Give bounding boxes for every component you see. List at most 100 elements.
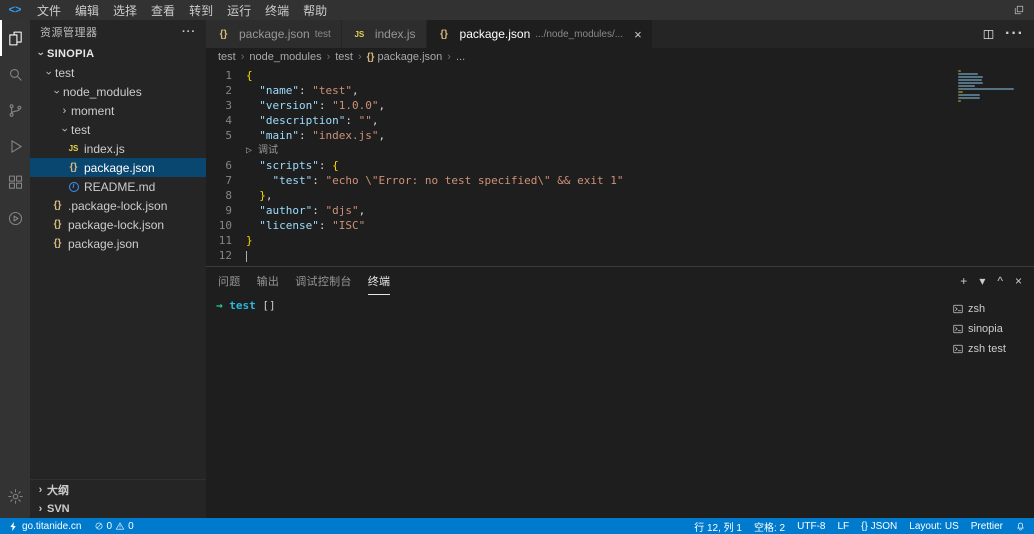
tab[interactable]: JSindex.js [342,20,427,48]
sidebar-actions-icon[interactable]: ··· [182,26,196,38]
menu-item[interactable]: 文件 [30,4,68,18]
problems-status[interactable]: 00 [94,521,134,532]
js-file-icon: JS [352,30,367,39]
panel-tab[interactable]: 问题 [218,267,241,295]
breadcrumb-item[interactable]: test [218,51,236,63]
code-line[interactable]: 7 "test": "echo \"Error: no test specifi… [206,173,1034,188]
tree-item[interactable]: {}package.json [30,158,206,177]
line-number: 9 [206,203,246,218]
search-icon[interactable] [0,56,30,92]
tree-item[interactable]: {}.package-lock.json [30,196,206,215]
menu-item[interactable]: 帮助 [296,4,334,18]
explorer-icon[interactable] [0,20,30,56]
error-icon [94,521,104,531]
codelens-action[interactable]: ▷ 调试 [246,143,278,158]
codelens-row[interactable]: ▷ 调试 [206,143,1034,158]
terminal-list-item[interactable]: zsh [948,299,1034,319]
tab[interactable]: {}package.json.../node_modules/...× [427,20,653,48]
tree-item[interactable]: ›moment [30,101,206,120]
new-terminal-icon[interactable]: + [960,274,967,288]
terminal-list-item[interactable]: sinopia [948,319,1034,339]
status-item[interactable]: Layout: US [909,521,958,532]
tree-item[interactable]: iREADME.md [30,177,206,196]
status-item[interactable]: UTF-8 [797,521,825,532]
menu-item[interactable]: 终端 [258,4,296,18]
run-debug-icon[interactable] [0,128,30,164]
terminal-list: zsh sinopia zsh test [948,295,1034,518]
breadcrumb-item[interactable]: {}package.json [367,51,443,63]
tree-item[interactable]: ›test [30,63,206,82]
close-panel-icon[interactable]: × [1015,274,1022,288]
code-line[interactable]: 1{ [206,68,1034,83]
code-line[interactable]: 9 "author": "djs", [206,203,1034,218]
tree-item-label: index.js [84,142,125,156]
terminal-list-label: sinopia [968,323,1003,335]
terminal-dropdown-icon[interactable]: ▾ [979,274,985,288]
code-line[interactable]: 10 "license": "ISC" [206,218,1034,233]
code-line[interactable]: 6 "scripts": { [206,158,1034,173]
tree-item-label: .package-lock.json [68,199,167,213]
code-line[interactable]: 3 "version": "1.0.0", [206,98,1034,113]
run-circle-icon[interactable] [0,200,30,236]
status-item[interactable]: 行 12, 列 1 [694,519,742,534]
status-item[interactable]: {} JSON [861,521,897,532]
remote-indicator[interactable]: go.titanide.cn [8,521,82,532]
code-text: "main": "index.js", [246,128,385,143]
code-line[interactable]: 2 "name": "test", [206,83,1034,98]
code-text: "author": "djs", [246,203,365,218]
code-line[interactable]: 11} [206,233,1034,248]
menubar: 文件编辑选择查看转到运行终端帮助 [30,2,334,19]
notifications-bell-icon[interactable] [1015,521,1026,532]
code-line[interactable]: 4 "description": "", [206,113,1034,128]
code-line[interactable]: 8 }, [206,188,1034,203]
menu-item[interactable]: 选择 [106,4,144,18]
minimap-line [958,76,983,78]
terminal[interactable]: → test [] [206,295,948,518]
tree-item[interactable]: ›node_modules [30,82,206,101]
tree-item[interactable]: {}package.json [30,234,206,253]
menu-item[interactable]: 运行 [220,4,258,18]
status-item[interactable]: Prettier [971,521,1003,532]
tree-item[interactable]: ›SINOPIA [30,44,206,63]
code-line[interactable]: 12 [206,248,1034,263]
breadcrumb: test›node_modules›test›{}package.json›..… [206,48,1034,66]
code-text: "test": "echo \"Error: no test specified… [246,173,624,188]
settings-icon[interactable] [0,478,30,514]
code-text: "description": "", [246,113,378,128]
extensions-icon[interactable] [0,164,30,200]
tree-item-label: package.json [84,161,155,175]
maximize-panel-icon[interactable]: ^ [997,274,1003,288]
breadcrumb-label: ... [456,51,465,63]
sidebar-section[interactable]: ›SVN [30,499,206,518]
terminal-list-item[interactable]: zsh test [948,339,1034,359]
panel-tab[interactable]: 终端 [368,267,391,295]
breadcrumb-item[interactable]: node_modules [249,51,321,63]
app-logo-icon: <> [0,4,30,16]
line-number: 5 [206,128,246,143]
tree-item[interactable]: {}package-lock.json [30,215,206,234]
breadcrumb-item[interactable]: test [335,51,353,63]
minimap-line [958,70,961,72]
sidebar-section[interactable]: ›大纲 [30,480,206,499]
minimap[interactable] [958,70,1020,102]
editor[interactable]: 1{2 "name": "test",3 "version": "1.0.0",… [206,66,1034,266]
code-line[interactable]: 5 "main": "index.js", [206,128,1034,143]
tree-item-label: package-lock.json [68,218,164,232]
source-control-icon[interactable] [0,92,30,128]
menu-item[interactable]: 查看 [144,4,182,18]
panel-tab[interactable]: 输出 [257,267,280,295]
split-editor-icon[interactable] [982,28,995,41]
tree-item[interactable]: JSindex.js [30,139,206,158]
tree-item-label: node_modules [63,85,142,99]
tree-item[interactable]: ›test [30,120,206,139]
close-tab-icon[interactable]: × [634,27,642,42]
panel-tab[interactable]: 调试控制台 [295,267,352,295]
menu-item[interactable]: 编辑 [68,4,106,18]
status-item[interactable]: LF [837,521,849,532]
breadcrumb-item[interactable]: ... [456,51,465,63]
tab[interactable]: {}package.jsontest [206,20,342,48]
status-item[interactable]: 空格: 2 [754,519,785,534]
editor-actions-icon[interactable]: ··· [1005,25,1024,43]
menu-item[interactable]: 转到 [182,4,220,18]
restore-window-icon[interactable] [1004,4,1034,16]
